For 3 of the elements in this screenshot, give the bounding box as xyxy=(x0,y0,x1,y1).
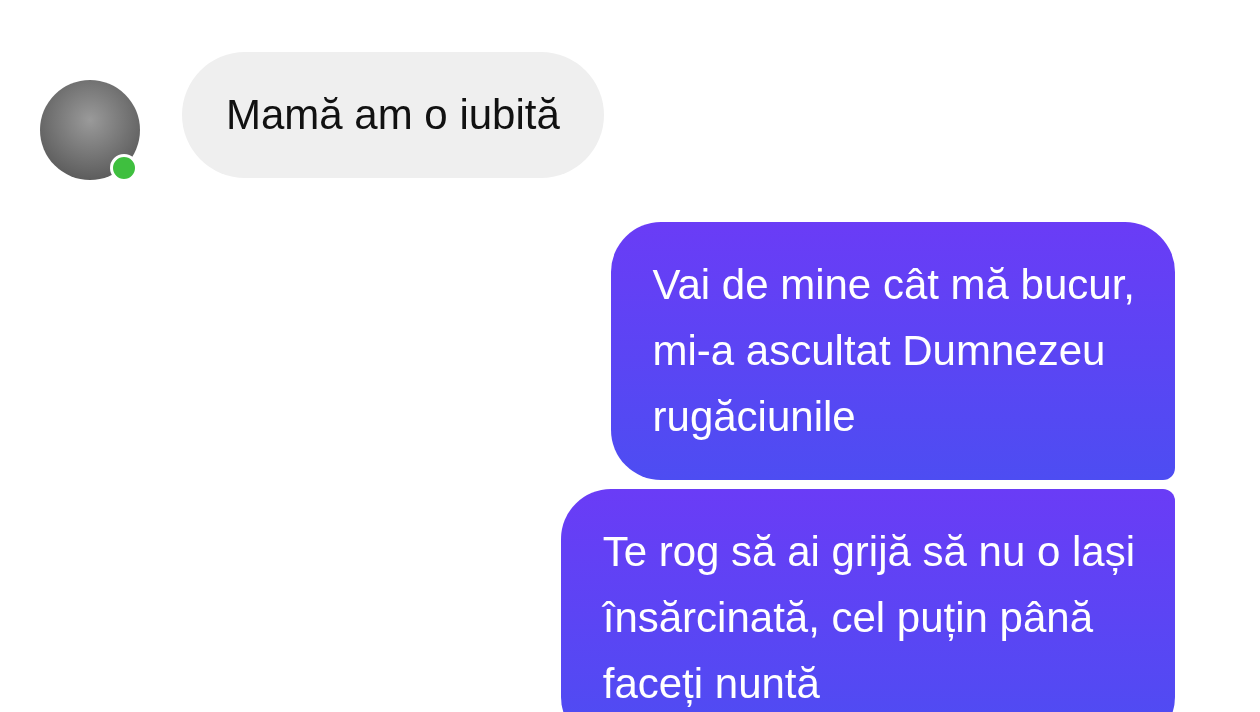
received-message: Mamă am o iubită xyxy=(182,52,604,178)
sent-message: Te rog să ai grijă să nu o lași însărcinată, cel puțin până faceți nuntă xyxy=(560,489,1175,712)
sent-message: Vai de mine cât mă bucur, mi-a ascultat Dumnezeu rugăciunile xyxy=(610,222,1175,480)
